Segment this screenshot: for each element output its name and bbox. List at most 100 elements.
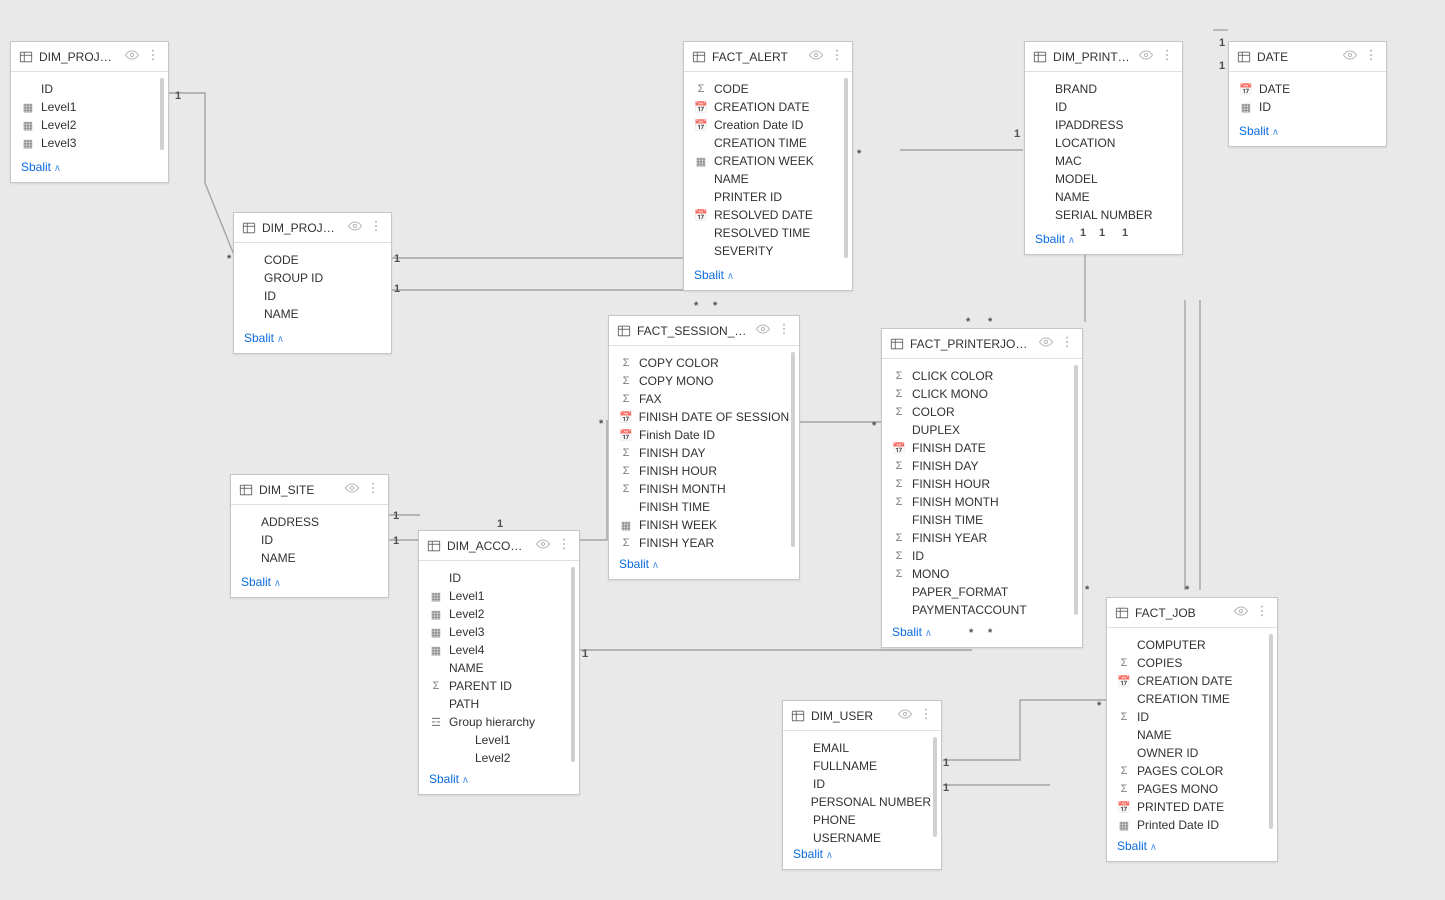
table-dim_project_group[interactable]: DIM_PROJECT_GROUPID▦Level1▦Level2▦Level3… — [10, 41, 169, 183]
field-row[interactable]: PAPER_FORMAT — [892, 583, 1072, 601]
field-row[interactable]: ΣFINISH YEAR — [619, 534, 789, 552]
field-row[interactable]: ID — [21, 80, 158, 98]
table-dim_accounting_g[interactable]: DIM_ACCOUNTING_G...ID▦Level1▦Level2▦Leve… — [418, 530, 580, 795]
collapse-link[interactable]: Sbalit — [21, 160, 61, 174]
field-row[interactable]: GROUP ID — [244, 269, 381, 287]
field-row[interactable]: ΣMONO — [892, 565, 1072, 583]
field-row[interactable]: 📅Creation Date ID — [694, 116, 842, 134]
field-row[interactable]: COMPUTER — [1117, 636, 1267, 654]
field-row[interactable]: SERIAL NUMBER — [1035, 206, 1172, 224]
field-row[interactable]: 📅RESOLVED DATE — [694, 206, 842, 224]
field-row[interactable]: ▦Level2 — [429, 605, 569, 623]
table-dim_printer[interactable]: DIM_PRINTERBRANDIDIPADDRESSLOCATIONMACMO… — [1024, 41, 1183, 255]
visibility-icon[interactable] — [1342, 47, 1358, 66]
more-options-icon[interactable] — [366, 480, 380, 499]
field-row[interactable]: ▦CREATION WEEK — [694, 152, 842, 170]
table-dim_site[interactable]: DIM_SITEADDRESSIDNAMESbalit — [230, 474, 389, 598]
field-row[interactable]: PERSONAL NUMBER — [793, 793, 931, 811]
more-options-icon[interactable] — [919, 706, 933, 725]
field-row[interactable]: ΣFINISH HOUR — [619, 462, 789, 480]
field-row[interactable]: ΣFINISH YEAR — [892, 529, 1072, 547]
visibility-icon[interactable] — [535, 536, 551, 555]
visibility-icon[interactable] — [347, 218, 363, 237]
table-header[interactable]: DATE — [1229, 42, 1386, 72]
field-row[interactable]: ΣCODE — [694, 80, 842, 98]
field-row[interactable]: MODEL — [1035, 170, 1172, 188]
collapse-link[interactable]: Sbalit — [892, 625, 932, 639]
field-row[interactable]: NAME — [1035, 188, 1172, 206]
field-row[interactable]: ΣFAX — [619, 390, 789, 408]
collapse-link[interactable]: Sbalit — [1239, 124, 1279, 138]
field-row[interactable]: BRAND — [1035, 80, 1172, 98]
collapse-link[interactable]: Sbalit — [619, 557, 659, 571]
field-row[interactable]: ID — [1035, 98, 1172, 116]
visibility-icon[interactable] — [897, 706, 913, 725]
field-row[interactable]: DUPLEX — [892, 421, 1072, 439]
field-row[interactable]: CREATION TIME — [694, 134, 842, 152]
field-row[interactable]: ADDRESS — [241, 513, 378, 531]
field-row[interactable]: ΣFINISH HOUR — [892, 475, 1072, 493]
field-row[interactable]: ΣPAGES COLOR — [1117, 762, 1267, 780]
field-row[interactable]: ΣCOLOR — [892, 403, 1072, 421]
more-options-icon[interactable] — [1364, 47, 1378, 66]
field-row[interactable]: NAME — [694, 170, 842, 188]
field-row[interactable]: NAME — [1117, 726, 1267, 744]
table-header[interactable]: FACT_SESSION_COUNTERS — [609, 316, 799, 346]
table-dim_user[interactable]: DIM_USEREMAILFULLNAMEIDPERSONAL NUMBERPH… — [782, 700, 942, 870]
table-header[interactable]: DIM_SITE — [231, 475, 388, 505]
visibility-icon[interactable] — [755, 321, 771, 340]
collapse-link[interactable]: Sbalit — [1117, 839, 1157, 853]
field-row[interactable]: ID — [429, 569, 569, 587]
collapse-link[interactable]: Sbalit — [244, 331, 284, 345]
field-row[interactable]: FULLNAME — [793, 757, 931, 775]
field-row[interactable]: PATH — [429, 695, 569, 713]
field-row[interactable]: 📅CREATION DATE — [1117, 672, 1267, 690]
field-row[interactable]: USERNAME — [793, 829, 931, 843]
field-row[interactable]: IPADDRESS — [1035, 116, 1172, 134]
visibility-icon[interactable] — [344, 480, 360, 499]
more-options-icon[interactable] — [1060, 334, 1074, 353]
field-row[interactable]: 📅DATE — [1239, 80, 1376, 98]
field-row[interactable]: PRINTER ID — [694, 188, 842, 206]
field-row[interactable]: FINISH TIME — [892, 511, 1072, 529]
field-row[interactable]: PHONE — [793, 811, 931, 829]
table-header[interactable]: FACT_PRINTERJOB_COUNTERS... — [882, 329, 1082, 359]
field-row[interactable]: SEVERITY — [694, 242, 842, 260]
collapse-link[interactable]: Sbalit — [694, 268, 734, 282]
table-header[interactable]: DIM_PRINTER — [1025, 42, 1182, 72]
field-row[interactable]: LOCATION — [1035, 134, 1172, 152]
field-row[interactable]: ▦FINISH WEEK — [619, 516, 789, 534]
field-row[interactable]: OWNER ID — [1117, 744, 1267, 762]
field-row[interactable]: ΣFINISH DAY — [619, 444, 789, 462]
field-row[interactable]: NAME — [429, 659, 569, 677]
field-row[interactable]: ΣCLICK COLOR — [892, 367, 1072, 385]
field-row[interactable]: ▦Level1 — [429, 587, 569, 605]
field-row[interactable]: PAYMENTACCOUNT — [892, 601, 1072, 619]
more-options-icon[interactable] — [557, 536, 571, 555]
collapse-link[interactable]: Sbalit — [793, 847, 833, 861]
field-row[interactable]: 📅FINISH DATE OF SESSION — [619, 408, 789, 426]
field-row[interactable]: ▦Printed Date ID — [1117, 816, 1267, 834]
more-options-icon[interactable] — [369, 218, 383, 237]
field-row[interactable]: ▦Level1 — [21, 98, 158, 116]
table-fact_job[interactable]: FACT_JOBCOMPUTERΣCOPIES📅CREATION DATECRE… — [1106, 597, 1278, 862]
field-row[interactable]: ▦ID — [1239, 98, 1376, 116]
field-row[interactable]: ΣID — [1117, 708, 1267, 726]
field-row[interactable]: NAME — [244, 305, 381, 323]
field-row[interactable]: ΣID — [892, 547, 1072, 565]
table-fact_session_counters[interactable]: FACT_SESSION_COUNTERSΣCOPY COLORΣCOPY MO… — [608, 315, 800, 580]
field-row[interactable]: Level2 — [429, 749, 569, 767]
field-row[interactable]: ▦Level2 — [21, 116, 158, 134]
table-date[interactable]: DATE 📅DATE▦ID Sbalit — [1228, 41, 1387, 147]
visibility-icon[interactable] — [1038, 334, 1054, 353]
more-options-icon[interactable] — [1160, 47, 1174, 66]
more-options-icon[interactable] — [146, 47, 160, 66]
field-row[interactable]: ΣFINISH DAY — [892, 457, 1072, 475]
table-header[interactable]: DIM_ACCOUNTING_G... — [419, 531, 579, 561]
field-row[interactable]: 📅Finish Date ID — [619, 426, 789, 444]
more-options-icon[interactable] — [1255, 603, 1269, 622]
more-options-icon[interactable] — [777, 321, 791, 340]
collapse-link[interactable]: Sbalit — [429, 772, 469, 786]
collapse-link[interactable]: Sbalit — [241, 575, 281, 589]
visibility-icon[interactable] — [1233, 603, 1249, 622]
